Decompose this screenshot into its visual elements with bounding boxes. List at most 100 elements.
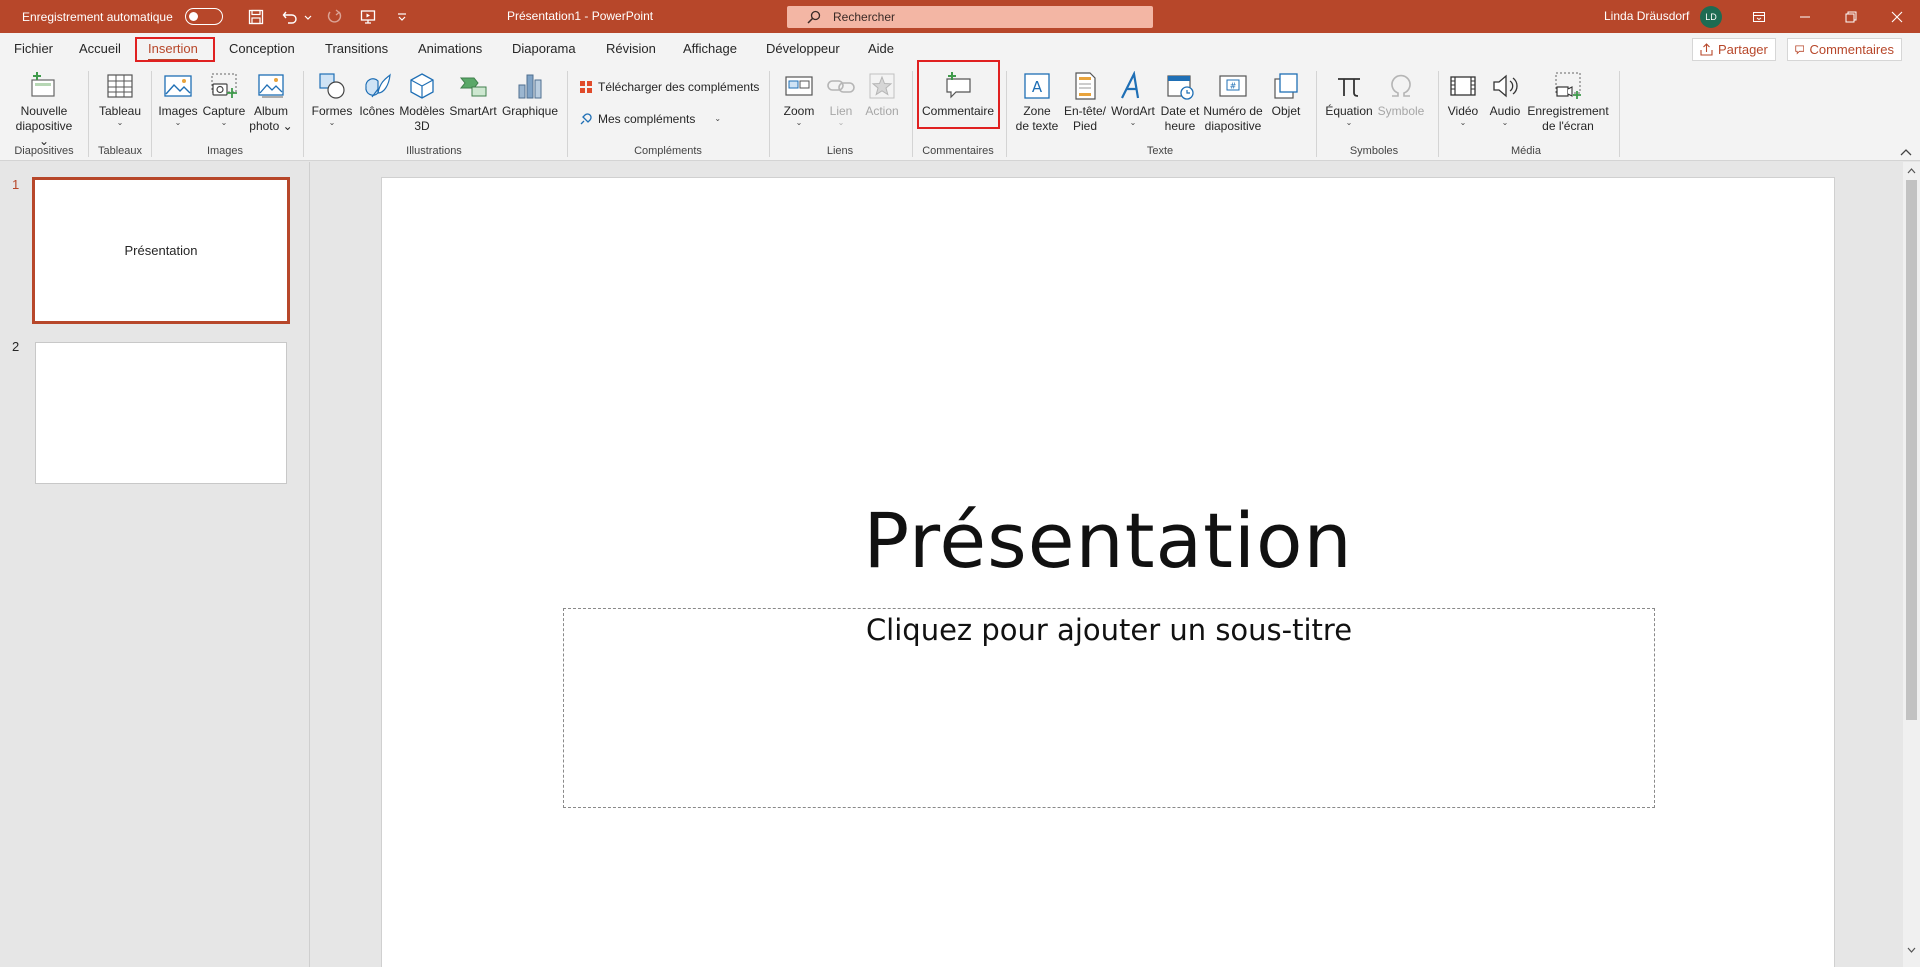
scroll-up-icon[interactable] <box>1906 166 1917 176</box>
slide-thumbnail-pane: 1 Présentation 2 <box>0 162 310 967</box>
images-button[interactable]: Images ⌄ <box>157 70 199 127</box>
icons-button[interactable]: Icônes <box>356 70 398 119</box>
smartart-button[interactable]: SmartArt <box>447 70 499 119</box>
tab-animations[interactable]: Animations <box>418 39 482 59</box>
chevron-down-icon: ⌄ <box>116 118 124 127</box>
slide-title[interactable]: Présentation <box>382 496 1834 585</box>
tab-conception[interactable]: Conception <box>229 39 295 59</box>
tab-transitions[interactable]: Transitions <box>325 39 388 59</box>
save-icon[interactable] <box>243 4 269 30</box>
scrollbar-thumb[interactable] <box>1906 180 1917 720</box>
comments-pane-button[interactable]: Commentaires <box>1787 38 1902 61</box>
tab-revision[interactable]: Révision <box>606 39 656 59</box>
link-label: Lien <box>829 104 853 118</box>
collapse-ribbon-icon[interactable] <box>1899 146 1913 158</box>
my-addins-button[interactable]: Mes compléments ⌄ <box>579 112 721 126</box>
text-box-label-2: de texte <box>1015 119 1059 133</box>
video-button[interactable]: Vidéo ⌄ <box>1443 70 1483 127</box>
customize-qat-icon[interactable] <box>389 4 415 30</box>
action-label: Action <box>865 104 899 118</box>
slide-canvas[interactable]: Présentation Cliquez pour ajouter un sou… <box>381 177 1835 967</box>
film-icon <box>1447 70 1479 102</box>
photo-album-button[interactable]: Album photo ⌄ <box>249 70 293 134</box>
ribbon-display-options-icon[interactable] <box>1736 0 1782 33</box>
share-label: Partager <box>1718 42 1768 57</box>
screenshot-button[interactable]: Capture ⌄ <box>201 70 247 127</box>
autosave-toggle[interactable] <box>184 8 223 25</box>
undo-dropdown-icon[interactable] <box>303 4 313 30</box>
screen-recording-button[interactable]: Enregistrement de l'écran <box>1527 70 1609 134</box>
slide-number-label-1: Numéro de <box>1203 104 1263 118</box>
insertion-tab-highlight <box>135 37 215 62</box>
thumbnail-number: 1 <box>12 177 20 192</box>
speaker-icon <box>1489 70 1521 102</box>
tab-developpeur[interactable]: Développeur <box>766 39 840 59</box>
equation-label: Équation <box>1325 104 1373 118</box>
screenshot-label: Capture <box>202 104 246 118</box>
pi-icon <box>1333 70 1365 102</box>
link-button[interactable]: Lien ⌄ <box>822 70 860 127</box>
tab-aide[interactable]: Aide <box>868 39 894 59</box>
store-icon <box>580 81 592 93</box>
scroll-down-icon[interactable] <box>1906 945 1917 955</box>
audio-button[interactable]: Audio ⌄ <box>1485 70 1525 127</box>
minimize-icon[interactable] <box>1782 0 1828 33</box>
tab-diaporama[interactable]: Diaporama <box>512 39 576 59</box>
present-from-start-icon[interactable] <box>355 4 381 30</box>
search-box[interactable]: Rechercher <box>787 6 1153 28</box>
chevron-down-icon: ⌄ <box>1459 118 1467 127</box>
object-button[interactable]: Objet <box>1266 70 1306 119</box>
chevron-down-icon: ⌄ <box>795 118 803 127</box>
new-slide-icon <box>28 70 60 102</box>
text-box-button[interactable]: A Zone de texte <box>1013 70 1061 134</box>
comment-button-highlight <box>917 60 1000 129</box>
group-label-liens: Liens <box>826 145 854 157</box>
symbol-button[interactable]: Symbole <box>1376 70 1426 119</box>
wordart-button[interactable]: WordArt ⌄ <box>1109 70 1157 127</box>
camera-icon <box>208 70 240 102</box>
slide-number-button[interactable]: # Numéro de diapositive <box>1203 70 1263 134</box>
subtitle-placeholder[interactable]: Cliquez pour ajouter un sous-titre <box>563 608 1655 808</box>
slide-thumbnail[interactable]: Présentation <box>32 177 290 324</box>
new-slide-button[interactable]: Nouvelle diapositive ⌄ <box>9 70 79 149</box>
vertical-scrollbar[interactable] <box>1903 162 1920 967</box>
chevron-down-icon: ⌄ <box>328 118 336 127</box>
share-button[interactable]: Partager <box>1692 38 1776 61</box>
chart-button[interactable]: Graphique <box>501 70 559 119</box>
shapes-button[interactable]: Formes ⌄ <box>310 70 354 127</box>
get-addins-button[interactable]: Télécharger des compléments <box>579 80 759 94</box>
search-placeholder: Rechercher <box>833 10 896 24</box>
zoom-button[interactable]: Zoom ⌄ <box>778 70 820 127</box>
3d-models-button[interactable]: Modèles 3D <box>399 70 445 134</box>
comment-icon <box>1795 45 1805 55</box>
action-button[interactable]: Action <box>862 70 902 119</box>
group-label-tableaux: Tableaux <box>97 145 143 157</box>
slide-thumbnail[interactable] <box>35 342 287 484</box>
table-button[interactable]: Tableau ⌄ <box>96 70 144 127</box>
date-time-button[interactable]: Date et heure <box>1158 70 1202 134</box>
shapes-icon <box>316 70 348 102</box>
group-label-symboles: Symboles <box>1349 145 1399 157</box>
user-name[interactable]: Linda Dräusdorf <box>1604 0 1689 33</box>
chevron-down-icon: ⌄ <box>174 118 182 127</box>
group-separator <box>1006 71 1007 157</box>
wordart-label: WordArt <box>1111 104 1155 118</box>
group-separator <box>303 71 304 157</box>
photo-album-icon <box>255 70 287 102</box>
header-footer-button[interactable]: En-tête/ Pied <box>1062 70 1108 134</box>
close-icon[interactable] <box>1874 0 1920 33</box>
title-bar: Enregistrement automatique Présentation1… <box>0 0 1920 33</box>
group-separator <box>912 71 913 157</box>
avatar[interactable]: LD <box>1700 6 1722 28</box>
wordart-icon <box>1117 70 1149 102</box>
undo-icon[interactable] <box>277 4 303 30</box>
audio-label: Audio <box>1489 104 1521 118</box>
equation-button[interactable]: Équation ⌄ <box>1322 70 1376 127</box>
group-separator <box>1438 71 1439 157</box>
tab-affichage[interactable]: Affichage <box>683 39 737 59</box>
restore-icon[interactable] <box>1828 0 1874 33</box>
slide-number-icon: # <box>1217 70 1249 102</box>
action-star-icon <box>866 70 898 102</box>
tab-accueil[interactable]: Accueil <box>79 39 121 59</box>
tab-fichier[interactable]: Fichier <box>14 39 53 59</box>
